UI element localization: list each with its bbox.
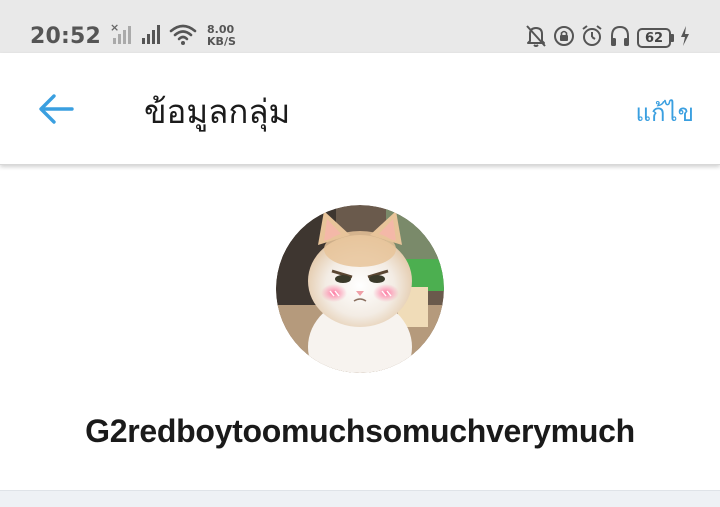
back-button[interactable] (36, 91, 76, 127)
network-speed-unit: KB/S (207, 35, 236, 48)
status-left: 20:52 × 8.00 KB/S (30, 21, 236, 50)
arrow-left-icon (39, 94, 74, 124)
section-divider (0, 490, 720, 507)
headphones-icon (609, 24, 631, 52)
status-time: 20:52 (30, 23, 102, 49)
svg-text:×: × (110, 22, 119, 34)
network-speed: 8.00 KB/S (207, 24, 236, 48)
group-name: G2redboytoomuchsomuchverymuch (85, 413, 635, 449)
alarm-icon (581, 24, 603, 52)
group-avatar[interactable] (276, 205, 444, 373)
signal-no-sim-icon: × (109, 21, 135, 50)
signal-icon (141, 22, 163, 50)
cat-avatar-icon (276, 205, 444, 373)
lock-rotation-icon (553, 24, 575, 52)
app-bar: ข้อมูลกลุ่ม แก้ไข (0, 53, 720, 165)
status-bar: 20:52 × 8.00 KB/S 62 (0, 0, 720, 53)
charging-icon (680, 25, 690, 51)
mute-icon (525, 24, 547, 52)
battery-level: 62 (637, 28, 671, 48)
status-right: 62 (525, 24, 690, 52)
edit-button[interactable]: แก้ไข (636, 93, 694, 132)
wifi-icon (169, 22, 197, 50)
group-info-content: G2redboytoomuchsomuchverymuch (0, 165, 720, 492)
battery-icon: 62 (637, 28, 674, 48)
page-title: ข้อมูลกลุ่ม (144, 92, 291, 131)
battery-tip (671, 34, 674, 42)
